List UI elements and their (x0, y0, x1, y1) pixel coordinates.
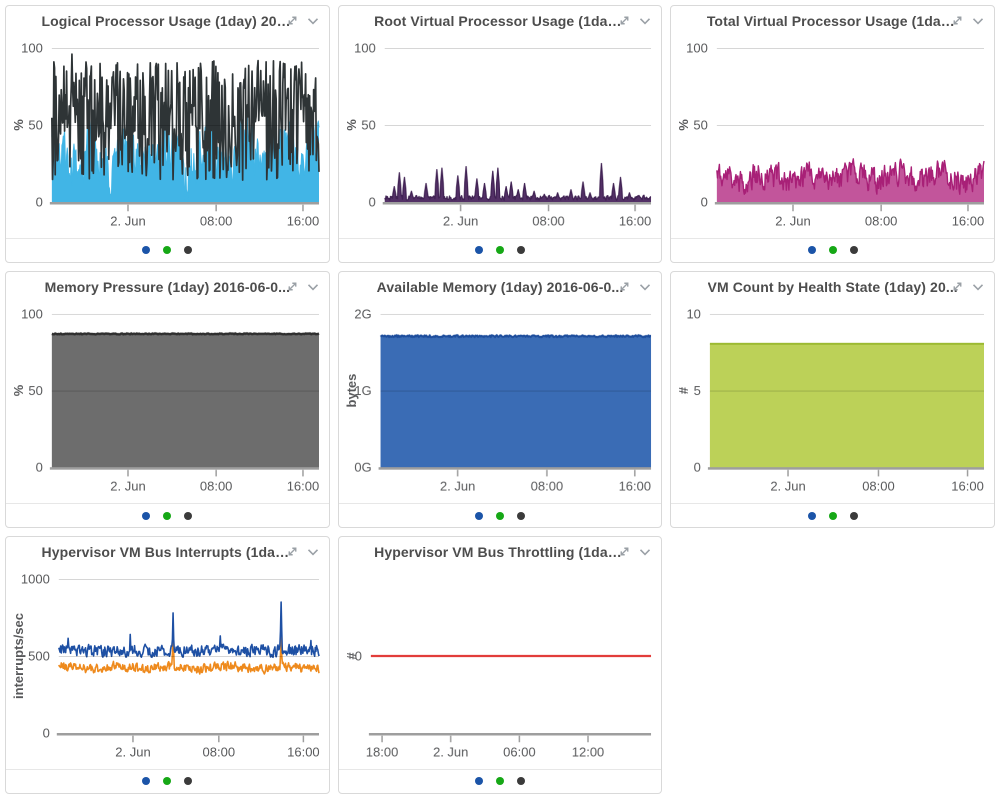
panel-header: VM Count by Health State (1day) 20... (671, 272, 994, 302)
pagination-dot-2[interactable] (496, 246, 504, 254)
pagination-dot-1[interactable] (475, 512, 483, 520)
panel-actions (951, 280, 985, 294)
pagination-dot-2[interactable] (163, 512, 171, 520)
expand-icon[interactable] (618, 280, 631, 294)
panel-actions (618, 545, 652, 559)
panel-header: Memory Pressure (1day) 2016-06-0... (6, 272, 329, 302)
panel-header: Hypervisor VM Bus Interrupts (1day)... (6, 537, 329, 567)
chart-canvas (6, 567, 329, 769)
pagination-dot-3[interactable] (850, 246, 858, 254)
panel-title: Root Virtual Processor Usage (1day)... (374, 13, 626, 29)
panel-header: Available Memory (1day) 2016-06-0... (339, 272, 662, 302)
pagination-dot-3[interactable] (517, 246, 525, 254)
panel-title: Total Virtual Processor Usage (1day)... (707, 13, 959, 29)
chevron-down-icon[interactable] (306, 14, 320, 28)
pagination-dots (671, 503, 994, 527)
panel-actions (286, 280, 320, 294)
chart-canvas (6, 302, 329, 504)
chevron-down-icon[interactable] (971, 14, 985, 28)
chart-panel: VM Count by Health State (1day) 20... (670, 271, 995, 529)
pagination-dot-3[interactable] (184, 777, 192, 785)
chart-panel: Hypervisor VM Bus Interrupts (1day)... (5, 536, 330, 794)
panel-header: Root Virtual Processor Usage (1day)... (339, 6, 662, 36)
chart-panel: Total Virtual Processor Usage (1day)... (670, 5, 995, 263)
panel-header: Hypervisor VM Bus Throttling (1day... (339, 537, 662, 567)
expand-icon[interactable] (618, 14, 631, 28)
chevron-down-icon[interactable] (638, 280, 652, 294)
chevron-down-icon[interactable] (638, 545, 652, 559)
pagination-dot-3[interactable] (517, 512, 525, 520)
panel-title: VM Count by Health State (1day) 20... (708, 279, 958, 295)
pagination-dots (6, 769, 329, 793)
panel-actions (951, 14, 985, 28)
chevron-down-icon[interactable] (638, 14, 652, 28)
pagination-dot-2[interactable] (829, 512, 837, 520)
panel-actions (618, 280, 652, 294)
chart-canvas (671, 36, 994, 238)
chevron-down-icon[interactable] (306, 280, 320, 294)
pagination-dot-2[interactable] (163, 246, 171, 254)
pagination-dot-3[interactable] (184, 246, 192, 254)
expand-icon[interactable] (286, 280, 299, 294)
dashboard-grid: Logical Processor Usage (1day) 201... Ro… (0, 0, 1000, 799)
pagination-dot-1[interactable] (142, 777, 150, 785)
panel-header: Total Virtual Processor Usage (1day)... (671, 6, 994, 36)
expand-icon[interactable] (286, 14, 299, 28)
panel-actions (286, 545, 320, 559)
chart-panel: Hypervisor VM Bus Throttling (1day... (338, 536, 663, 794)
pagination-dots (671, 238, 994, 262)
pagination-dot-1[interactable] (475, 777, 483, 785)
chart-canvas (6, 36, 329, 238)
chevron-down-icon[interactable] (971, 280, 985, 294)
panel-title: Available Memory (1day) 2016-06-0... (377, 279, 624, 295)
pagination-dot-1[interactable] (142, 512, 150, 520)
panel-title: Logical Processor Usage (1day) 201... (41, 13, 293, 29)
chart-canvas (339, 36, 662, 238)
chart-panel: Root Virtual Processor Usage (1day)... (338, 5, 663, 263)
pagination-dot-2[interactable] (829, 246, 837, 254)
chevron-down-icon[interactable] (306, 545, 320, 559)
chart-canvas (671, 302, 994, 504)
pagination-dot-2[interactable] (496, 777, 504, 785)
pagination-dots (339, 769, 662, 793)
panel-actions (618, 14, 652, 28)
pagination-dots (6, 238, 329, 262)
chart-panel: Memory Pressure (1day) 2016-06-0... (5, 271, 330, 529)
pagination-dots (339, 238, 662, 262)
pagination-dot-2[interactable] (496, 512, 504, 520)
panel-title: Memory Pressure (1day) 2016-06-0... (45, 279, 291, 295)
chart-canvas (339, 302, 662, 504)
pagination-dots (339, 503, 662, 527)
pagination-dot-3[interactable] (850, 512, 858, 520)
pagination-dot-1[interactable] (475, 246, 483, 254)
expand-icon[interactable] (618, 545, 631, 559)
pagination-dot-1[interactable] (808, 512, 816, 520)
pagination-dot-1[interactable] (142, 246, 150, 254)
expand-icon[interactable] (951, 14, 964, 28)
pagination-dot-3[interactable] (517, 777, 525, 785)
chart-panel: Logical Processor Usage (1day) 201... (5, 5, 330, 263)
pagination-dots (6, 503, 329, 527)
pagination-dot-2[interactable] (163, 777, 171, 785)
panel-actions (286, 14, 320, 28)
pagination-dot-3[interactable] (184, 512, 192, 520)
pagination-dot-1[interactable] (808, 246, 816, 254)
panel-title: Hypervisor VM Bus Interrupts (1day)... (41, 544, 293, 560)
chart-panel: Available Memory (1day) 2016-06-0... (338, 271, 663, 529)
panel-title: Hypervisor VM Bus Throttling (1day... (374, 544, 626, 560)
chart-canvas (339, 567, 662, 769)
panel-header: Logical Processor Usage (1day) 201... (6, 6, 329, 36)
expand-icon[interactable] (951, 280, 964, 294)
expand-icon[interactable] (286, 545, 299, 559)
